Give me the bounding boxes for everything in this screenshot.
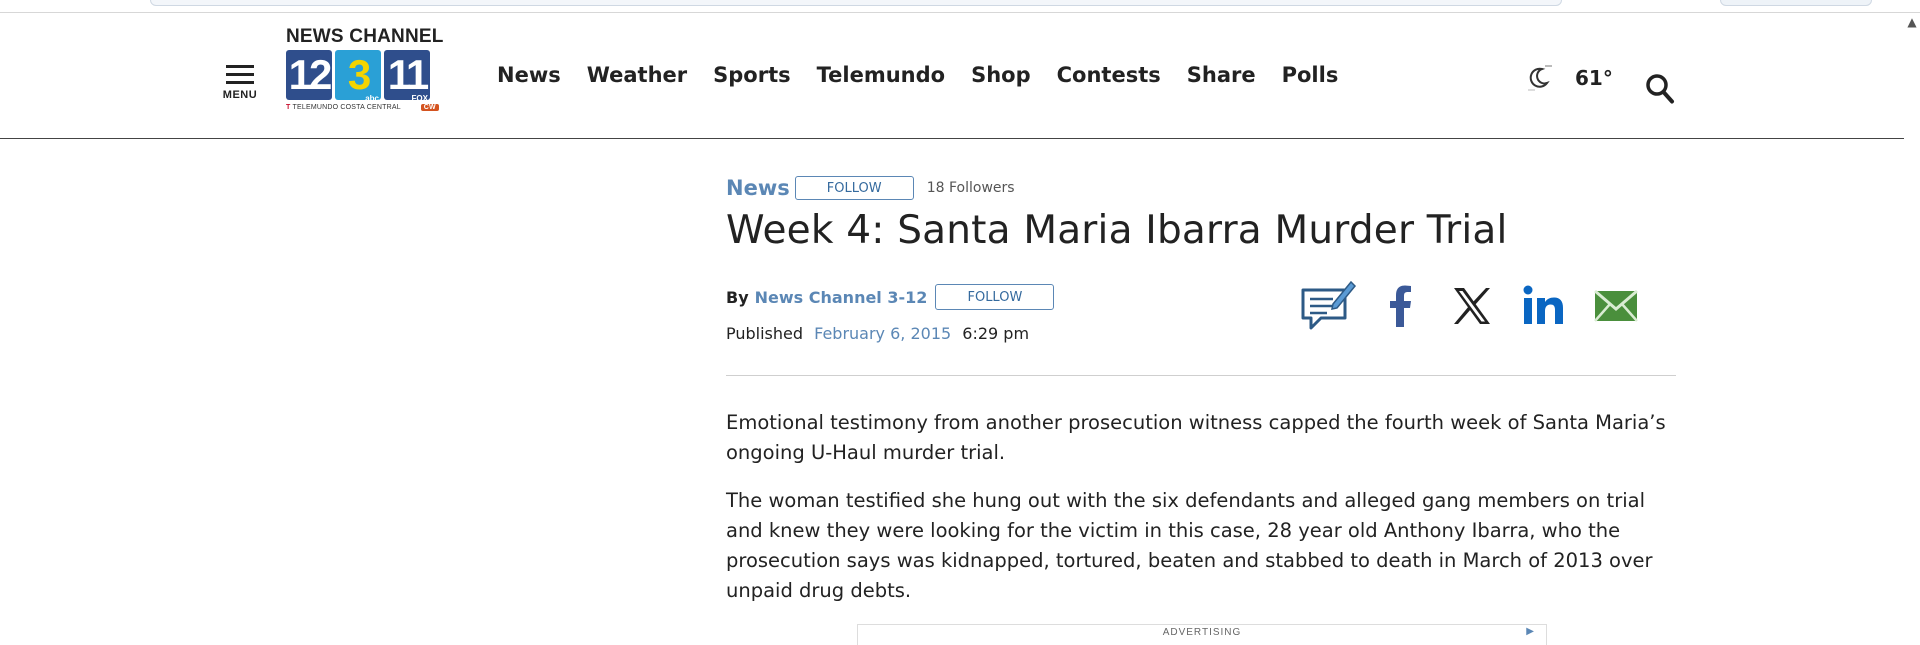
scroll-up-arrow-icon[interactable]: ▲ (1904, 14, 1920, 30)
hamburger-icon (226, 65, 254, 68)
article-paragraph: Emotional testimony from another prosecu… (726, 411, 1666, 464)
temperature-value: 61° (1575, 66, 1613, 90)
nav-item-telemundo[interactable]: Telemundo (817, 63, 945, 87)
site-header: MENU NEWS CHANNEL 12 3 abc 11 FOX T TELEMU… (0, 13, 1904, 139)
share-bar (1298, 278, 1658, 334)
published-label: Published (726, 324, 804, 343)
byline: By News Channel 3-12 FOLLOW (726, 284, 1055, 310)
article-headline: Week 4: Santa Maria Ibarra Murder Trial (726, 208, 1508, 253)
follow-category-button[interactable]: FOLLOW (794, 176, 914, 200)
nav-item-sports[interactable]: Sports (713, 63, 790, 87)
published-time: 6:29 pm (962, 324, 1030, 343)
search-button[interactable] (1645, 73, 1675, 105)
advertisement-slot[interactable]: ADVERTISING ▶ (857, 624, 1547, 645)
moon-icon (1523, 63, 1557, 93)
site-logo[interactable]: NEWS CHANNEL 12 3 abc 11 FOX T TELEMUNDO C… (286, 27, 470, 139)
byline-divider (726, 375, 1676, 376)
article-body: Emotional testimony from another prosecu… (726, 408, 1676, 624)
adchoices-icon[interactable]: ▶ (1526, 626, 1534, 637)
facebook-icon[interactable] (1370, 278, 1430, 334)
logo-tile-3: 3 abc (335, 50, 381, 103)
category-link[interactable]: News (726, 176, 790, 200)
main-nav: News Weather Sports Telemundo Shop Conte… (497, 63, 1338, 87)
article-paragraph: The woman testified she hung out with th… (726, 489, 1653, 602)
category-line: News FOLLOW 18 Followers (726, 176, 1676, 200)
follow-author-button[interactable]: FOLLOW (935, 284, 1055, 310)
logo-tile-12: 12 (286, 50, 332, 100)
menu-button[interactable]: MENU (220, 65, 260, 105)
advertisement-label: ADVERTISING (1162, 627, 1242, 638)
linkedin-icon[interactable] (1514, 278, 1574, 334)
nav-item-polls[interactable]: Polls (1282, 63, 1339, 87)
weather-widget[interactable]: 61° (1523, 63, 1613, 93)
publish-info: Published February 6, 2015 6:29 pm (726, 324, 1029, 343)
menu-label: MENU (222, 89, 258, 101)
email-icon[interactable] (1586, 278, 1646, 334)
nav-item-weather[interactable]: Weather (587, 63, 687, 87)
logo-tile-11: 11 FOX (384, 50, 430, 103)
hamburger-icon-bar (226, 73, 254, 76)
nav-item-news[interactable]: News (497, 63, 561, 87)
author-link[interactable]: News Channel 3-12 (755, 288, 928, 307)
article: News FOLLOW 18 Followers Week 4: Santa M… (726, 176, 1676, 602)
search-icon (1646, 74, 1674, 104)
followers-count: 18 Followers (926, 180, 1015, 196)
nav-item-shop[interactable]: Shop (971, 63, 1031, 87)
logo-subbrand-text: TELEMUNDO COSTA CENTRAL (292, 104, 401, 111)
x-icon[interactable] (1442, 278, 1502, 334)
hamburger-icon-bar (226, 81, 254, 84)
browser-control[interactable] (1720, 0, 1872, 6)
browser-top-strip (0, 0, 1920, 13)
comment-icon[interactable] (1298, 278, 1358, 334)
by-label: By (726, 287, 749, 307)
address-bar[interactable] (150, 0, 1562, 6)
logo-number-tiles: 12 3 abc 11 FOX (286, 50, 470, 103)
logo-title: NEWS CHANNEL (286, 26, 444, 47)
telemundo-mark: T (286, 104, 291, 111)
nav-item-contests[interactable]: Contests (1057, 63, 1161, 87)
nav-item-share[interactable]: Share (1187, 63, 1256, 87)
published-date[interactable]: February 6, 2015 (814, 324, 951, 343)
